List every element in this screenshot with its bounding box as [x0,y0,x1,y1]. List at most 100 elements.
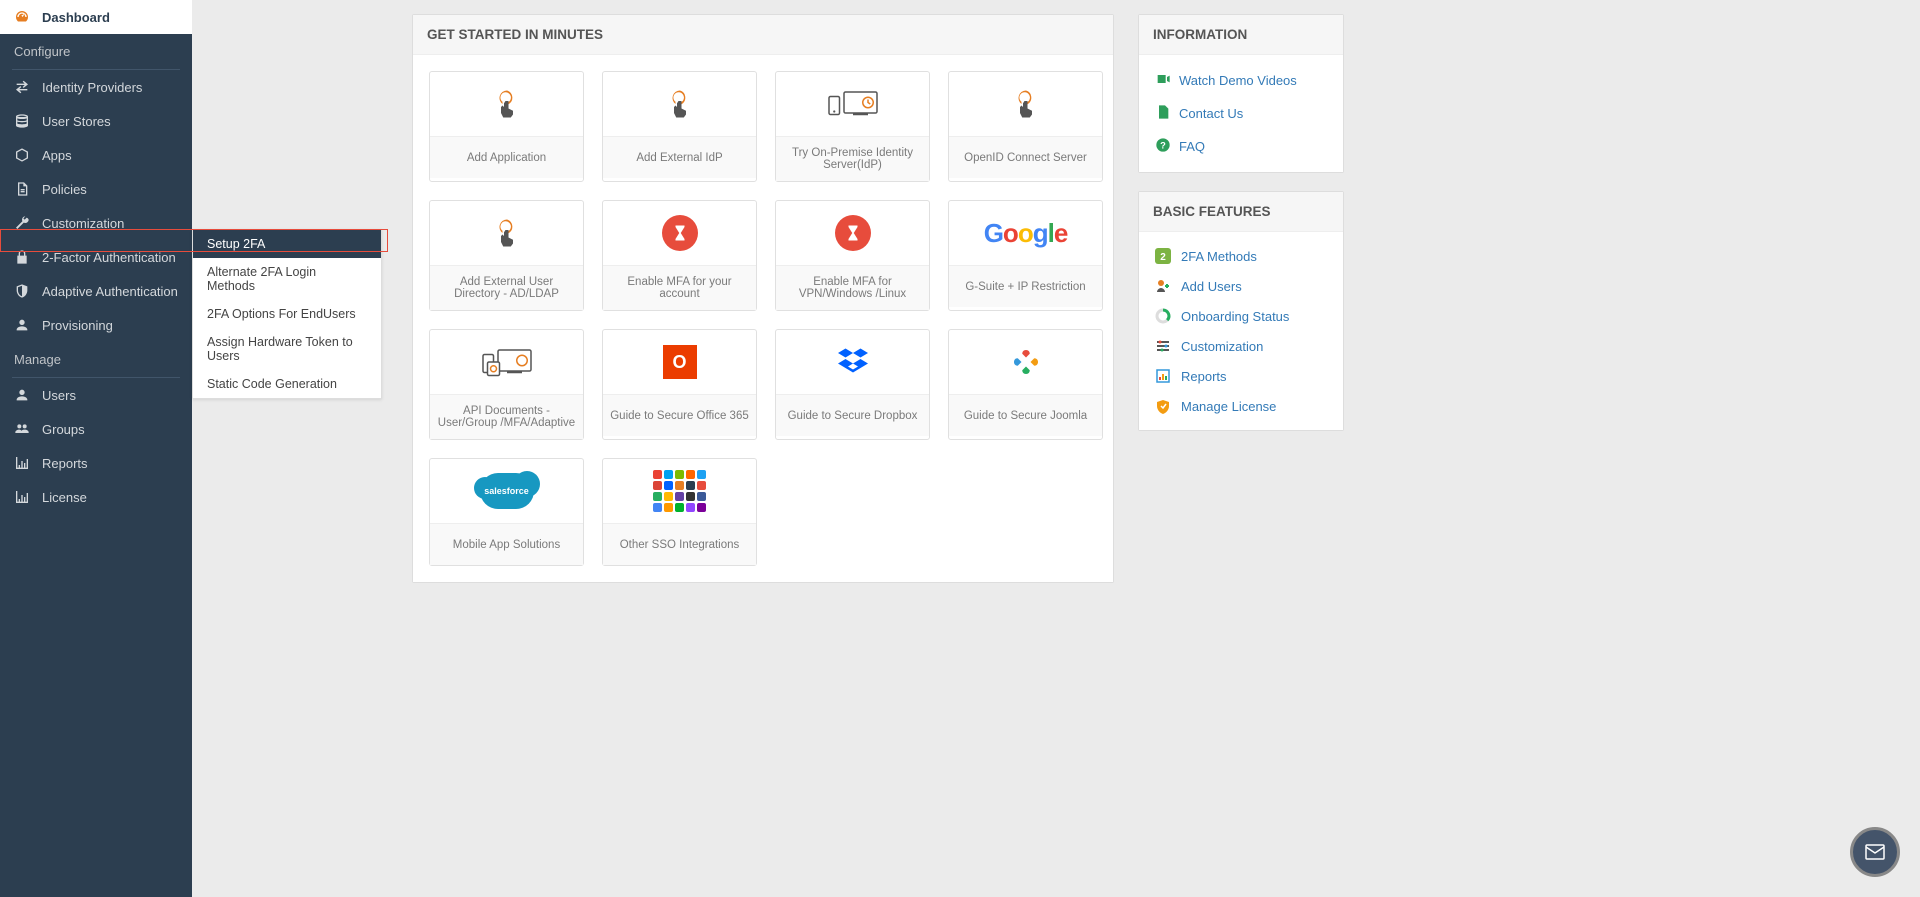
hourglass-icon [776,201,929,265]
panel-title: INFORMATION [1139,15,1343,55]
submenu-item-setup-2fa[interactable]: Setup 2FA [193,230,381,258]
mail-icon [1863,840,1887,864]
submenu-item-assign-token[interactable]: Assign Hardware Token to Users [193,328,381,370]
progress-icon [1155,308,1171,324]
link-label: Onboarding Status [1181,309,1289,324]
card-label: Add External User Directory - AD/LDAP [430,265,583,310]
link-onboarding-status[interactable]: Onboarding Status [1155,308,1327,324]
card-label: Enable MFA for your account [603,265,756,310]
sidebar-item-adaptive-auth[interactable]: Adaptive Authentication [0,274,192,308]
card-other-sso[interactable]: Other SSO Integrations [602,458,757,566]
link-add-users[interactable]: Add Users [1155,278,1327,294]
card-api-documents[interactable]: API Documents - User/Group /MFA/Adaptive [429,329,584,440]
touch-icon [949,72,1102,136]
link-manage-license[interactable]: Manage License [1155,398,1327,414]
link-label: Contact Us [1179,106,1243,121]
card-label: Add Application [430,136,583,178]
link-2fa-methods[interactable]: 2 2FA Methods [1155,248,1327,264]
link-faq[interactable]: ? FAQ [1155,137,1327,156]
card-label: Guide to Secure Dropbox [776,394,929,436]
card-label: Guide to Secure Joomla [949,394,1102,436]
devices-icon [776,72,929,136]
touch-icon [430,72,583,136]
card-add-user-directory[interactable]: Add External User Directory - AD/LDAP [429,200,584,311]
card-add-external-idp[interactable]: Add External IdP [602,71,757,182]
wrench-icon [14,215,30,231]
sidebar-item-label: Provisioning [42,318,113,333]
sidebar-item-user-stores[interactable]: User Stores [0,104,192,138]
submenu-item-2fa-options[interactable]: 2FA Options For EndUsers [193,300,381,328]
video-icon [1155,71,1169,90]
link-label: Reports [1181,369,1227,384]
information-panel: INFORMATION Watch Demo Videos Contact Us… [1138,14,1344,173]
sidebar-item-identity-providers[interactable]: Identity Providers [0,70,192,104]
user-icon [14,317,30,333]
link-label: Add Users [1181,279,1242,294]
sidebar-item-users[interactable]: Users [0,378,192,412]
sidebar-item-apps[interactable]: Apps [0,138,192,172]
sidebar-item-customization[interactable]: Customization [0,206,192,240]
link-reports[interactable]: Reports [1155,368,1327,384]
card-gsuite-ip[interactable]: Google G-Suite + IP Restriction [948,200,1103,311]
sidebar-item-license[interactable]: License [0,480,192,514]
sidebar-item-label: Reports [42,456,88,471]
link-demo-videos[interactable]: Watch Demo Videos [1155,71,1327,90]
sidebar-item-label: 2-Factor Authentication [42,250,176,265]
card-joomla[interactable]: Guide to Secure Joomla [948,329,1103,440]
chart-icon [14,489,30,505]
sidebar-item-label: Policies [42,182,87,197]
submenu-item-alternate-login[interactable]: Alternate 2FA Login Methods [193,258,381,300]
dropbox-icon [776,330,929,394]
card-enable-mfa-account[interactable]: Enable MFA for your account [602,200,757,311]
link-contact-us[interactable]: Contact Us [1155,104,1327,123]
badge-icon: 2 [1155,248,1171,264]
link-label: 2FA Methods [1181,249,1257,264]
exchange-icon [14,79,30,95]
card-label: Mobile App Solutions [430,523,583,565]
sidebar-item-dashboard[interactable]: Dashboard [0,0,192,34]
card-label: Guide to Secure Office 365 [603,394,756,436]
features-panel: BASIC FEATURES 2 2FA Methods Add Users O… [1138,191,1344,431]
link-label: Watch Demo Videos [1179,73,1297,88]
chat-button[interactable] [1850,827,1900,877]
card-add-application[interactable]: Add Application [429,71,584,182]
lock-icon [14,249,30,265]
sidebar-item-label: Customization [42,216,124,231]
card-mobile-app[interactable]: salesforce Mobile App Solutions [429,458,584,566]
license-icon [1155,398,1171,414]
card-dropbox[interactable]: Guide to Secure Dropbox [775,329,930,440]
card-label: API Documents - User/Group /MFA/Adaptive [430,394,583,439]
salesforce-icon: salesforce [430,459,583,523]
sidebar-item-policies[interactable]: Policies [0,172,192,206]
card-label: OpenID Connect Server [949,136,1102,178]
card-on-premise-idp[interactable]: Try On-Premise Identity Server(IdP) [775,71,930,182]
svg-text:?: ? [1160,140,1166,150]
box-icon [14,147,30,163]
sidebar: Dashboard Configure Identity Providers U… [0,0,192,897]
card-openid-connect[interactable]: OpenID Connect Server [948,71,1103,182]
sidebar-section-manage: Manage [0,342,192,377]
touch-icon [603,72,756,136]
submenu-2fa: Setup 2FA Alternate 2FA Login Methods 2F… [192,229,382,399]
sidebar-item-provisioning[interactable]: Provisioning [0,308,192,342]
sidebar-item-label: User Stores [42,114,111,129]
file-icon [1155,104,1169,123]
submenu-item-static-code[interactable]: Static Code Generation [193,370,381,398]
sidebar-item-groups[interactable]: Groups [0,412,192,446]
sidebar-item-2fa[interactable]: 2-Factor Authentication [0,240,192,274]
card-enable-mfa-vpn[interactable]: Enable MFA for VPN/Windows /Linux [775,200,930,311]
card-label: G-Suite + IP Restriction [949,265,1102,307]
panel-title: GET STARTED IN MINUTES [413,15,1113,55]
sidebar-item-reports[interactable]: Reports [0,446,192,480]
sidebar-item-label: Identity Providers [42,80,142,95]
sidebar-item-label: Adaptive Authentication [42,284,178,299]
touch-icon [430,201,583,265]
apps-grid-icon [603,459,756,523]
document-icon [14,181,30,197]
sidebar-item-label: License [42,490,87,505]
card-label: Enable MFA for VPN/Windows /Linux [776,265,929,310]
card-office-365[interactable]: O Guide to Secure Office 365 [602,329,757,440]
sidebar-item-label: Apps [42,148,72,163]
link-customization[interactable]: Customization [1155,338,1327,354]
gauge-icon [14,9,30,25]
